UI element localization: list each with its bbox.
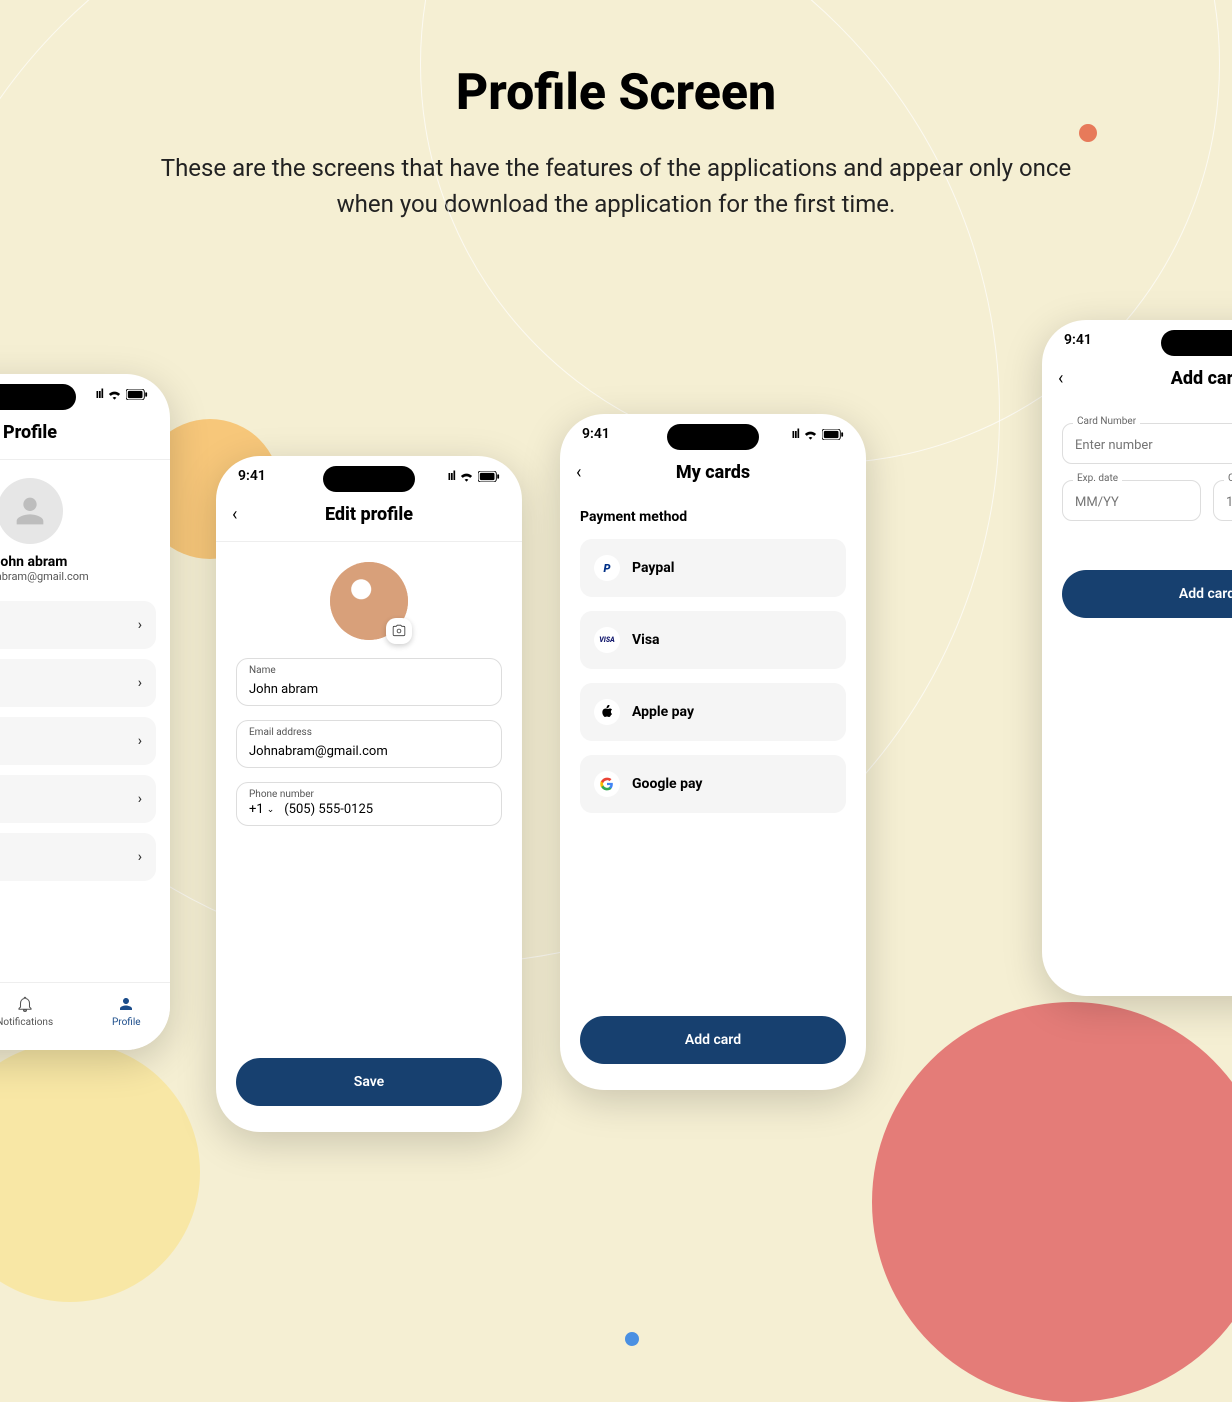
- decorative-circle-yellow: [0, 1042, 200, 1302]
- back-button[interactable]: ‹: [1058, 368, 1063, 389]
- payment-label: Visa: [632, 632, 660, 648]
- cvv-label: CVV: [1224, 473, 1232, 484]
- screen-title: My cards: [676, 462, 750, 483]
- card-number-label: Card Number: [1073, 416, 1140, 427]
- exp-date-field[interactable]: Exp. date: [1062, 480, 1201, 521]
- profile-menu: › › tions› › ›: [0, 591, 170, 891]
- screen-title: Edit profile: [325, 504, 413, 525]
- person-icon: [117, 995, 135, 1013]
- camera-badge[interactable]: [386, 618, 412, 644]
- email-label: Email address: [249, 727, 489, 738]
- nav-item-profile[interactable]: Profile: [112, 995, 141, 1028]
- payment-item-googlepay[interactable]: Google pay: [580, 755, 846, 813]
- google-icon: [594, 771, 620, 797]
- chevron-right-icon: ›: [138, 617, 142, 633]
- country-code-value: +1: [249, 802, 264, 817]
- battery-icon: [126, 389, 148, 400]
- name-input[interactable]: [249, 682, 489, 697]
- notch: [1161, 330, 1232, 356]
- back-button[interactable]: ‹: [576, 462, 581, 483]
- add-card-button[interactable]: Add card: [580, 1016, 846, 1064]
- exp-date-input[interactable]: [1075, 495, 1188, 510]
- wifi-icon: [803, 428, 818, 440]
- chevron-right-icon: ›: [138, 791, 142, 807]
- chevron-right-icon: ›: [138, 849, 142, 865]
- status-icons: ııl: [96, 387, 148, 402]
- payment-item-visa[interactable]: VISA Visa: [580, 611, 846, 669]
- notch: [0, 384, 76, 410]
- wifi-icon: [459, 470, 474, 482]
- avatar-photo[interactable]: [330, 562, 408, 640]
- phone-add-card: 9:41 ııl ‹ Add card Card Number Exp. dat…: [1042, 320, 1232, 996]
- notch: [667, 424, 759, 450]
- payment-item-applepay[interactable]: Apple pay: [580, 683, 846, 741]
- name-field[interactable]: Name: [236, 658, 502, 706]
- battery-icon: [478, 471, 500, 482]
- add-card-submit-button[interactable]: Add card: [1062, 570, 1232, 618]
- payment-item-paypal[interactable]: P Paypal: [580, 539, 846, 597]
- payment-list: P Paypal VISA Visa Apple pay Google pay: [560, 539, 866, 813]
- signal-icon: ııl: [96, 387, 103, 402]
- country-code-selector[interactable]: +1⌄: [249, 802, 274, 817]
- name-label: Name: [249, 665, 489, 676]
- menu-item[interactable]: ›: [0, 659, 156, 707]
- status-time: 9:41: [582, 426, 610, 442]
- email-field[interactable]: Email address: [236, 720, 502, 768]
- signal-icon: ııl: [448, 469, 455, 484]
- status-icons: ııl: [792, 427, 844, 442]
- visa-icon: VISA: [594, 627, 620, 653]
- phone-edit-profile: 9:41 ııl ‹ Edit profile Name Email addre…: [216, 456, 522, 1132]
- cvv-input[interactable]: [1226, 495, 1232, 510]
- menu-item[interactable]: ›: [0, 601, 156, 649]
- phone-label: Phone number: [249, 789, 489, 800]
- menu-item[interactable]: tions›: [0, 717, 156, 765]
- save-button[interactable]: Save: [236, 1058, 502, 1106]
- status-icons: ııl: [448, 469, 500, 484]
- decorative-dot-blue: [625, 1332, 639, 1346]
- battery-icon: [822, 429, 844, 440]
- exp-date-label: Exp. date: [1073, 473, 1122, 484]
- card-number-field[interactable]: Card Number: [1062, 423, 1232, 464]
- decorative-circle-pink: [872, 1002, 1232, 1402]
- payment-label: Apple pay: [632, 704, 694, 720]
- status-time: 9:41: [1064, 332, 1092, 348]
- profile-name: John abram: [0, 554, 170, 570]
- nav-label: Profile: [112, 1017, 141, 1028]
- screen-title: Profile: [3, 422, 57, 443]
- wifi-icon: [107, 388, 122, 400]
- payment-method-label: Payment method: [560, 499, 866, 539]
- signal-icon: ııl: [792, 427, 799, 442]
- bottom-nav: on Notifications Profile: [0, 982, 170, 1050]
- status-time: 9:41: [238, 468, 266, 484]
- paypal-icon: P: [594, 555, 620, 581]
- chevron-right-icon: ›: [138, 733, 142, 749]
- phone-input[interactable]: [284, 802, 489, 817]
- menu-item[interactable]: ›: [0, 775, 156, 823]
- chevron-down-icon: ⌄: [267, 805, 275, 815]
- payment-label: Google pay: [632, 776, 702, 792]
- chevron-right-icon: ›: [138, 675, 142, 691]
- avatar-placeholder[interactable]: [0, 478, 63, 544]
- person-icon: [10, 491, 50, 531]
- card-number-input[interactable]: [1075, 438, 1232, 453]
- phone-field[interactable]: Phone number +1⌄: [236, 782, 502, 826]
- back-button[interactable]: ‹: [232, 504, 237, 525]
- menu-item[interactable]: ›: [0, 833, 156, 881]
- email-input[interactable]: [249, 744, 489, 759]
- apple-icon: [594, 699, 620, 725]
- screen-title: Add card: [1171, 368, 1232, 389]
- nav-label: Notifications: [0, 1017, 53, 1028]
- payment-label: Paypal: [632, 560, 674, 576]
- phone-my-cards: 9:41 ııl ‹ My cards Payment method P Pay…: [560, 414, 866, 1090]
- camera-icon: [392, 624, 406, 638]
- nav-item-notifications[interactable]: Notifications: [0, 995, 53, 1028]
- cvv-field[interactable]: CVV: [1213, 480, 1232, 521]
- profile-email: Johnabram@gmail.com: [0, 570, 170, 583]
- notch: [323, 466, 415, 492]
- bell-icon: [16, 995, 34, 1013]
- phone-profile: 9:41 ııl Profile John abram Johnabram@gm…: [0, 374, 170, 1050]
